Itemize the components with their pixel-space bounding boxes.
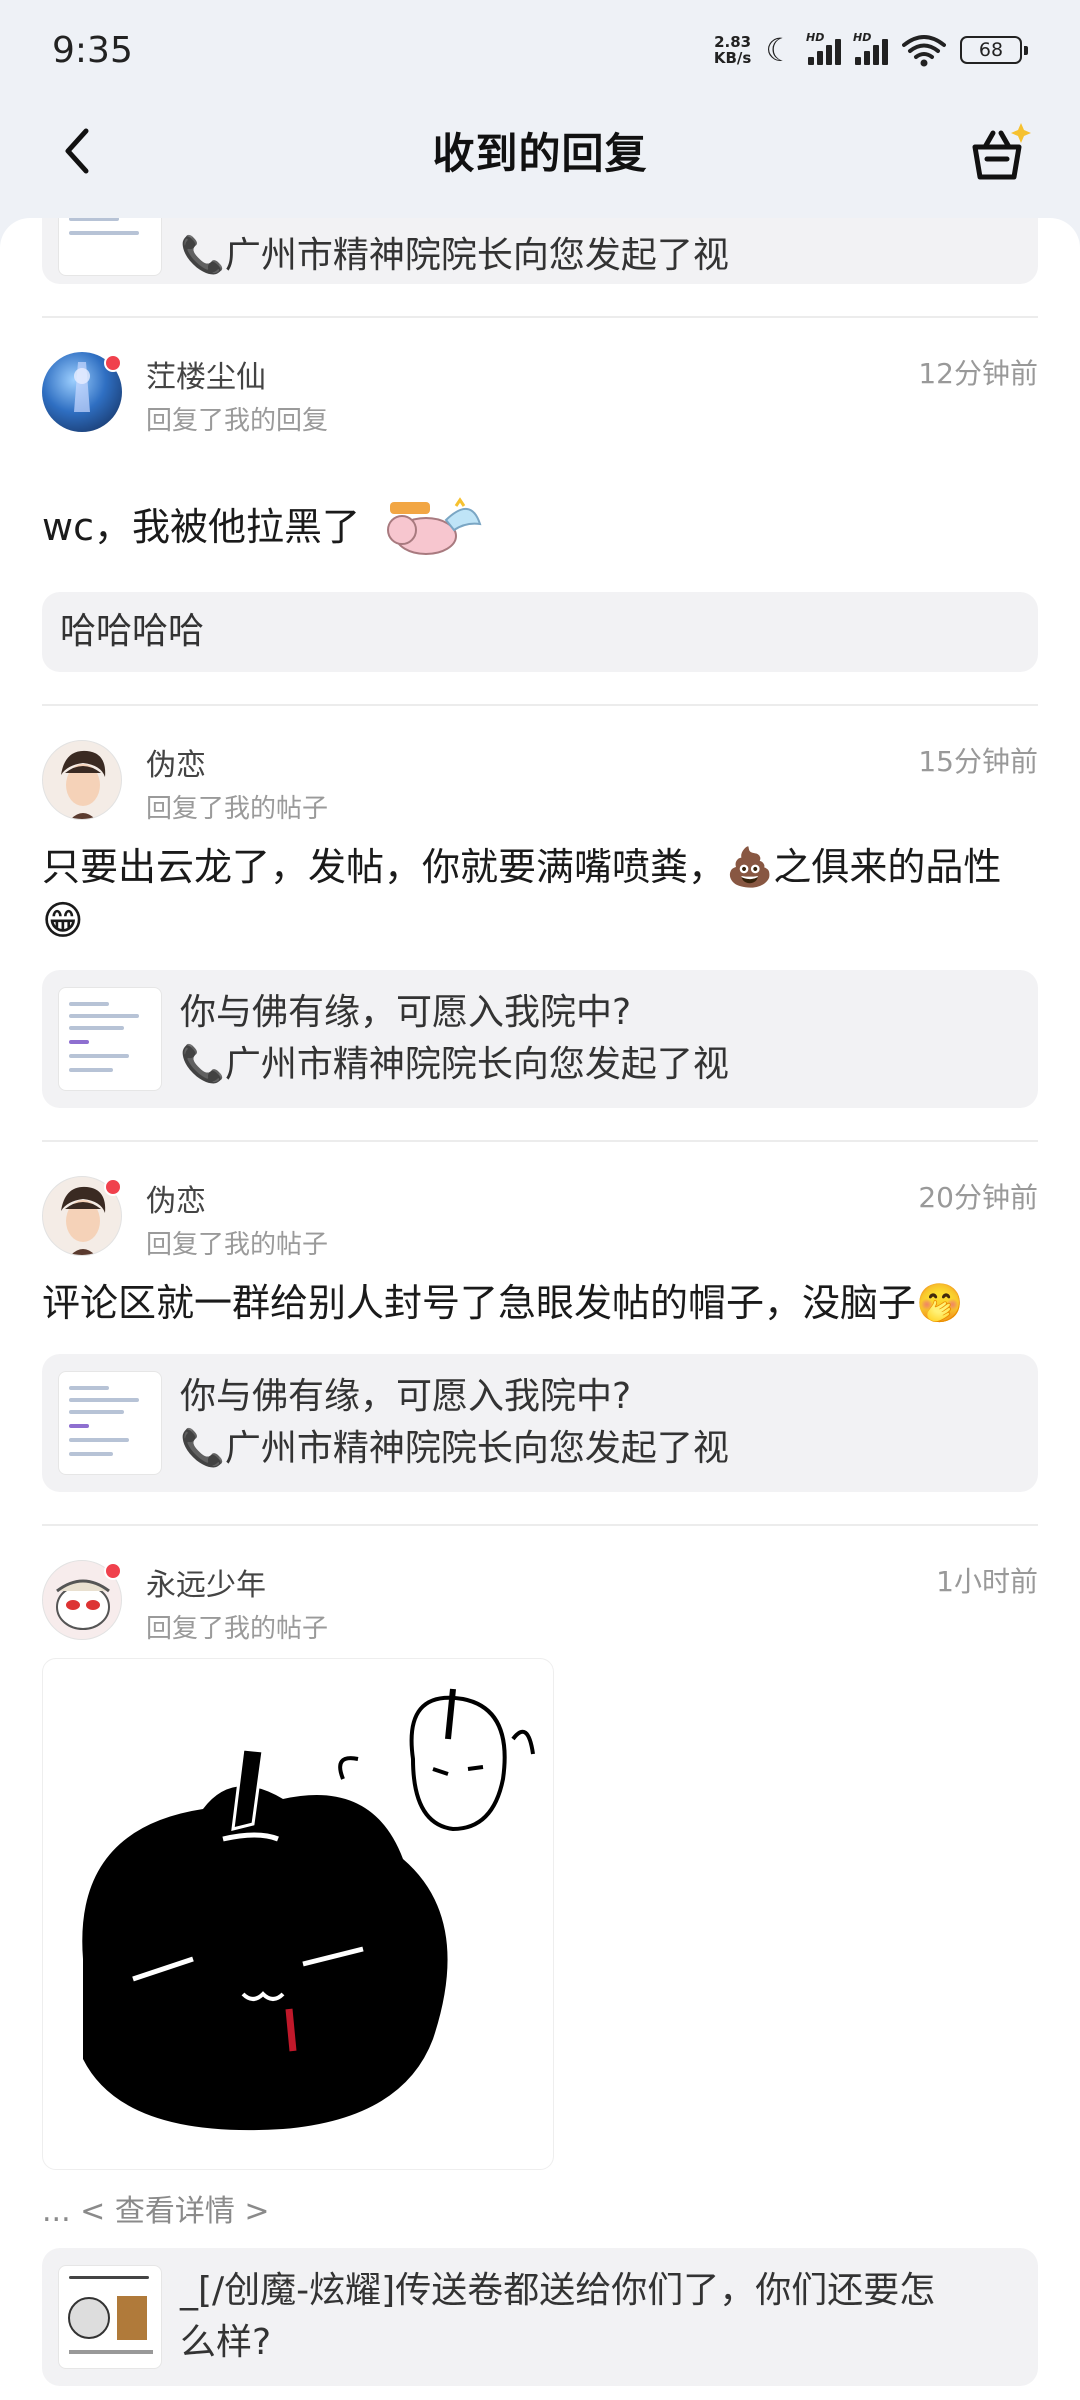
sim2-hd-label: HD (853, 31, 872, 44)
username[interactable]: 伪恋 (146, 1176, 206, 1220)
username[interactable]: 茳楼尘仙 (146, 352, 266, 396)
avatar[interactable] (42, 352, 122, 432)
avatar-image (61, 750, 106, 819)
back-button[interactable] (50, 124, 104, 178)
post-thumbnail (58, 2265, 162, 2369)
do-not-disturb-icon: ☾ (765, 31, 794, 69)
unread-dot (104, 354, 122, 372)
status-bar: 9:35 2.83 KB/s ☾ HD HD 68 (0, 0, 1080, 100)
nav-bar: 收到的回复 (0, 100, 1080, 200)
quoted-post-title: _[/创魔-炫耀]传送卷都送给你们了，你们还要怎 (180, 2270, 936, 2311)
quoted-post-text: 📞广州市精神院院长向您发起了视 (180, 1044, 729, 1085)
reply-sticker-image[interactable] (42, 1658, 554, 2170)
quoted-post-text: 么样? (180, 2322, 272, 2363)
timestamp: 20分钟前 (918, 1181, 1038, 1214)
reply-type: 回复了我的帖子 (146, 794, 329, 824)
clear-messages-button[interactable] (964, 118, 1034, 188)
reply-text[interactable]: 评论区就一群给别人封号了急眼发帖的帽子，没脑子🤭 (42, 1276, 1042, 1330)
quoted-post-title: 你与佛有缘，可愿入我院中? (180, 1376, 632, 1417)
reply-text-content: wc，我被他拉黑了 (42, 505, 360, 549)
meme-thumbnail-icon (68, 2296, 153, 2354)
chevron-left-icon (65, 128, 89, 174)
network-speed-value: 2.83 (714, 33, 752, 51)
page-title: 收到的回复 (432, 128, 648, 178)
quoted-post-card[interactable]: 你与佛有缘，可愿入我院中? 📞广州市精神院院长向您发起了视 (42, 970, 1038, 1108)
reply-text-emoji: 😁 (42, 898, 84, 944)
signal-sim2-icon: HD (853, 31, 888, 65)
quoted-post-card[interactable]: _[/创魔-炫耀]传送卷都送给你们了，你们还要怎 么样? (42, 2248, 1038, 2386)
basket-sparkle-icon (972, 123, 1031, 180)
reply-text-line: 只要出云龙了，发帖，你就要满嘴喷粪，💩之俱来的品性 (42, 845, 1002, 889)
quoted-post-text: 📞广州市精神院院长向您发起了视 (180, 1428, 729, 1469)
username[interactable]: 永远少年 (146, 1560, 266, 1604)
network-speed-unit: KB/s (713, 49, 752, 67)
sim1-hd-label: HD (806, 31, 825, 44)
reply-list[interactable]: 📞广州市精神院院长向您发起了视 茳楼尘仙 回复了我的回复 12分钟前 wc，我被… (0, 218, 1080, 2400)
unread-dot (104, 1178, 122, 1196)
avatar[interactable] (42, 1176, 122, 1256)
quoted-post-card[interactable]: 📞广州市精神院院长向您发起了视 (42, 218, 1038, 284)
divider (42, 316, 1038, 318)
reply-text[interactable]: wc，我被他拉黑了 (42, 484, 1042, 564)
quoted-comment-text: 哈哈哈哈 (60, 611, 205, 652)
reply-text[interactable]: 只要出云龙了，发帖，你就要满嘴喷粪，💩之俱来的品性 😁 (42, 840, 1042, 948)
reply-type: 回复了我的帖子 (146, 1614, 329, 1644)
battery-icon: 68 (960, 36, 1028, 64)
quoted-post-card[interactable]: 你与佛有缘，可愿入我院中? 📞广州市精神院院长向您发起了视 (42, 1354, 1038, 1492)
reply-type: 回复了我的回复 (146, 406, 329, 436)
post-thumbnail (58, 1371, 162, 1475)
status-icons: 2.83 KB/s ☾ HD HD 68 (714, 31, 1028, 69)
avatar[interactable] (42, 740, 122, 820)
divider (42, 1524, 1038, 1526)
divider (42, 1140, 1038, 1142)
flying-pig-sticker-icon (387, 497, 482, 555)
timestamp: 12分钟前 (918, 357, 1038, 390)
quoted-comment-card[interactable]: 哈哈哈哈 (42, 592, 1038, 672)
signal-sim1-icon: HD (806, 31, 841, 65)
unread-dot (104, 1562, 122, 1580)
username[interactable]: 伪恋 (146, 740, 206, 784)
avatar[interactable] (42, 1560, 122, 1640)
timestamp: 1小时前 (936, 1565, 1038, 1598)
view-details-link[interactable]: ... < 查看详情 > (42, 2186, 270, 2230)
post-thumbnail (58, 987, 162, 1091)
network-speed: 2.83 KB/s (714, 34, 751, 66)
black-blob-sticker-icon (82, 1688, 535, 2131)
quoted-post-title: 你与佛有缘，可愿入我院中? (180, 992, 632, 1033)
wifi-icon (902, 35, 946, 67)
quoted-post-text: 📞广州市精神院院长向您发起了视 (180, 235, 729, 276)
timestamp: 15分钟前 (918, 745, 1038, 778)
status-time: 9:35 (52, 29, 133, 71)
post-thumbnail (58, 218, 162, 276)
battery-level: 68 (978, 39, 1004, 61)
divider (42, 704, 1038, 706)
reply-type: 回复了我的帖子 (146, 1230, 329, 1260)
